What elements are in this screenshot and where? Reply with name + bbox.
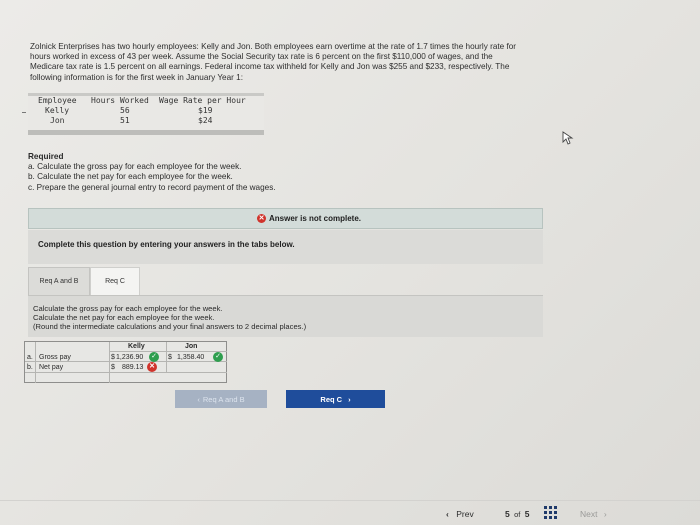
table-header-employee: Employee xyxy=(38,96,77,105)
table-bottom-border xyxy=(28,130,264,135)
content-line: (Round the intermediate calculations and… xyxy=(33,322,307,331)
grid-line xyxy=(109,351,227,352)
content-line: Calculate the gross pay for each employe… xyxy=(33,304,223,313)
row-label-net-pay: Net pay xyxy=(39,364,64,371)
row-letter: a. xyxy=(27,354,33,361)
required-item-b: b. Calculate the net pay for each employ… xyxy=(28,172,233,182)
required-item-c: c. Prepare the general journal entry to … xyxy=(28,182,276,192)
page: Zolnick Enterprises has two hourly emplo… xyxy=(0,0,700,525)
currency-symbol: $ xyxy=(111,354,115,361)
table-cell-hours: 51 xyxy=(120,116,130,125)
footer-prev-label: Prev xyxy=(456,509,474,519)
answer-status-bar: ✕ Answer is not complete. xyxy=(28,208,543,229)
table-header-hours: Hours Worked xyxy=(91,96,149,105)
required-section: Required a. Calculate the gross pay for … xyxy=(28,152,276,193)
table-cell-name: Jon xyxy=(50,116,65,125)
next-req-button[interactable]: Req C › xyxy=(286,390,385,408)
required-item-a: a. Calculate the gross pay for each empl… xyxy=(28,162,242,172)
grid-line xyxy=(166,342,167,372)
page-indicator: 5 of 5 xyxy=(505,509,529,519)
tab-req-a-and-b[interactable]: Req A and B xyxy=(28,267,90,295)
answer-status-text: Answer is not complete. xyxy=(269,214,362,223)
check-circle-icon: ✓ xyxy=(213,352,223,362)
instructions-panel: Complete this question by entering your … xyxy=(28,230,543,264)
next-req-label: Req C xyxy=(320,394,343,404)
net-pay-kelly-input[interactable]: 889.13 xyxy=(122,364,143,371)
grid-line xyxy=(35,342,36,383)
gross-pay-jon-input[interactable]: 1,358.40 xyxy=(177,354,204,361)
currency-symbol: $ xyxy=(111,364,115,371)
problem-line: Medicare tax rate is 1.5 percent on all … xyxy=(30,62,510,72)
check-circle-icon: ✓ xyxy=(149,352,159,362)
problem-statement: Zolnick Enterprises has two hourly emplo… xyxy=(30,42,590,83)
tab-content: Calculate the gross pay for each employe… xyxy=(28,295,543,337)
row-label-gross-pay: Gross pay xyxy=(39,354,71,361)
footer-next-button[interactable]: Next › xyxy=(580,509,607,519)
column-header-jon: Jon xyxy=(185,343,198,350)
problem-line: hours worked in excess of 43 per week. A… xyxy=(30,52,493,62)
row-letter: b. xyxy=(27,364,33,371)
instructions-text: Complete this question by entering your … xyxy=(38,240,295,249)
gross-pay-kelly-input[interactable]: 1,236.90 xyxy=(116,354,143,361)
page-of: of xyxy=(514,510,521,519)
footer-next-label: Next xyxy=(580,509,598,519)
grid-menu-icon[interactable] xyxy=(544,506,557,519)
table-header-wage: Wage Rate per Hour xyxy=(159,96,246,105)
answer-table: Kelly Jon a. Gross pay $ 1,236.90 ✓ $ 1,… xyxy=(24,341,227,383)
problem-line: Zolnick Enterprises has two hourly emplo… xyxy=(30,42,517,51)
grid-line xyxy=(109,342,110,383)
chevron-right-icon: › xyxy=(603,509,607,519)
mouse-pointer-icon xyxy=(562,131,574,145)
chevron-left-icon: ‹ xyxy=(446,509,449,519)
employee-data-table: Employee Hours Worked Wage Rate per Hour… xyxy=(28,93,264,135)
tab-req-c[interactable]: Req C xyxy=(90,267,140,295)
content-line: Calculate the net pay for each employee … xyxy=(33,313,215,322)
chevron-left-icon: ‹ xyxy=(197,394,200,404)
table-cell-wage: $19 xyxy=(198,106,213,115)
problem-line: following information is for the first w… xyxy=(30,72,243,82)
prev-req-label: Req A and B xyxy=(202,394,245,404)
page-current: 5 xyxy=(505,509,510,519)
table-cell-hours: 56 xyxy=(120,106,130,115)
column-header-kelly: Kelly xyxy=(128,343,145,350)
table-cell-name: Kelly xyxy=(45,106,70,115)
x-circle-icon: ✕ xyxy=(147,362,157,372)
answer-status: ✕ Answer is not complete. xyxy=(257,214,361,223)
footer-divider xyxy=(0,500,700,501)
table-cell-wage: $24 xyxy=(198,116,213,125)
grid-line xyxy=(25,361,227,362)
currency-symbol: $ xyxy=(168,354,172,361)
footer-prev-button[interactable]: ‹ Prev xyxy=(446,509,474,519)
x-circle-icon: ✕ xyxy=(257,214,266,223)
prev-req-button[interactable]: ‹ Req A and B xyxy=(175,390,267,408)
text-cursor-mark xyxy=(22,112,26,113)
grid-line xyxy=(25,372,227,373)
required-heading: Required xyxy=(28,152,64,161)
page-total: 5 xyxy=(524,509,530,519)
chevron-right-icon: › xyxy=(348,394,351,404)
